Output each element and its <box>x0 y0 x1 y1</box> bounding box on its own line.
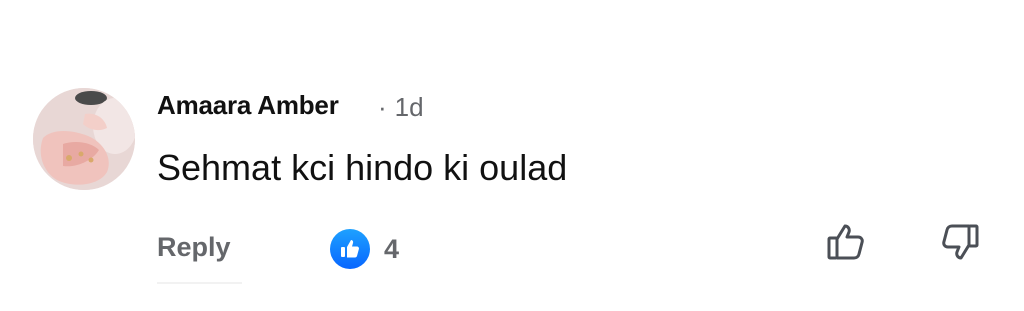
comment-text: Sehmat kci hindo ki oulad <box>157 147 568 188</box>
reply-button[interactable]: Reply <box>157 232 231 263</box>
meta-separator: · <box>378 92 387 122</box>
reaction-count: 4 <box>384 233 400 264</box>
author-name[interactable]: Amaara Amber <box>157 90 339 121</box>
divider <box>157 282 242 284</box>
comment-meta: · 1d <box>378 92 424 123</box>
avatar[interactable] <box>33 88 135 190</box>
like-icon <box>330 229 370 269</box>
thumb-up-icon[interactable] <box>826 222 866 262</box>
reaction-summary[interactable]: 4 <box>330 229 399 269</box>
comment-timestamp[interactable]: 1d <box>395 92 424 122</box>
avatar-photo <box>33 88 135 190</box>
thumb-down-icon[interactable] <box>940 222 980 262</box>
